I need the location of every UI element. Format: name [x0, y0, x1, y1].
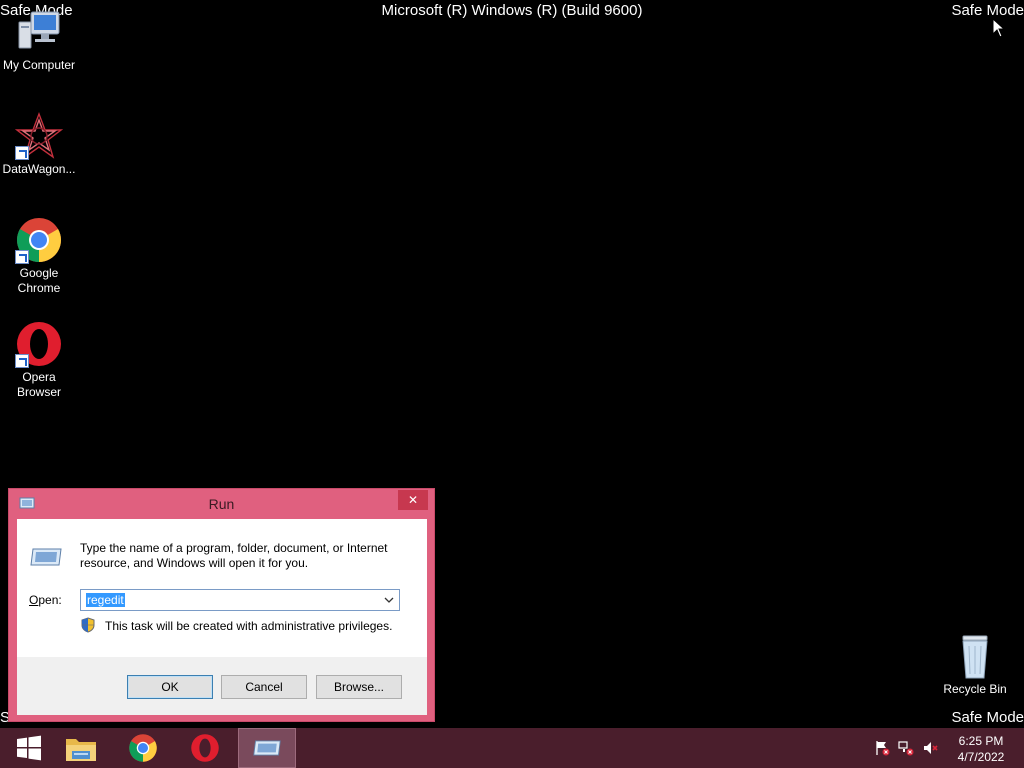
open-label-text: pen:	[38, 593, 62, 607]
desktop-icon-label: My Computer	[2, 58, 76, 72]
run-description: Type the name of a program, folder, docu…	[80, 541, 388, 570]
desktop-icon-label: Google Chrome	[17, 266, 61, 295]
run-titlebar[interactable]: Run ✕	[9, 489, 434, 519]
file-explorer-icon	[66, 739, 96, 761]
open-combobox[interactable]: regedit	[80, 589, 400, 611]
cancel-button[interactable]: Cancel	[221, 675, 307, 699]
chrome-icon	[129, 734, 157, 762]
open-label-accelerator: O	[29, 593, 39, 607]
taskbar-run-active[interactable]	[238, 728, 296, 768]
taskbar-chrome[interactable]	[114, 728, 172, 768]
browse-button[interactable]: Browse...	[316, 675, 402, 699]
opera-icon	[15, 320, 63, 368]
shortcut-arrow-icon	[15, 354, 29, 368]
start-icon	[17, 735, 41, 761]
desktop-icon-recycle-bin[interactable]: Recycle Bin	[936, 632, 1014, 697]
mouse-cursor-icon	[992, 18, 1006, 38]
chrome-icon	[15, 216, 63, 264]
open-label: Open:	[29, 593, 62, 607]
computer-icon	[15, 8, 63, 56]
recycle-bin-icon	[951, 632, 999, 680]
run-dialog[interactable]: Run ✕ Type the name of a program, folder…	[8, 488, 435, 722]
desktop-icon-my-computer[interactable]: My Computer	[0, 8, 78, 73]
clock-date: 4/7/2022	[957, 750, 1005, 764]
admin-privileges-note: This task will be created with administr…	[105, 619, 393, 633]
run-app-icon	[30, 548, 62, 566]
run-body: Type the name of a program, folder, docu…	[17, 519, 427, 715]
desktop-icon-label: DataWagon...	[2, 162, 76, 176]
taskbar-file-explorer[interactable]	[52, 728, 110, 768]
run-icon	[253, 740, 281, 756]
taskbar-clock[interactable]: 6:25 PM 4/7/2022	[944, 733, 1018, 765]
desktop-icon-label: Recycle Bin	[943, 682, 1007, 696]
run-content-panel: Type the name of a program, folder, docu…	[17, 519, 427, 657]
desktop-icon-datawagon[interactable]: DataWagon...	[0, 112, 78, 177]
desktop-icon-opera-browser[interactable]: Opera Browser	[0, 320, 78, 400]
close-button[interactable]: ✕	[398, 490, 428, 510]
ok-button[interactable]: OK	[127, 675, 213, 699]
taskbar-opera[interactable]	[176, 728, 234, 768]
datawagon-icon	[14, 112, 64, 160]
uac-shield-icon	[81, 617, 95, 633]
run-title: Run	[208, 496, 235, 512]
opera-icon	[191, 734, 219, 762]
start-button[interactable]	[0, 728, 58, 768]
shortcut-arrow-icon	[15, 250, 29, 264]
taskbar: 6:25 PM 4/7/2022	[0, 728, 1024, 768]
open-input-value[interactable]: regedit	[86, 593, 125, 607]
desktop-icon-google-chrome[interactable]: Google Chrome	[0, 216, 78, 296]
volume-muted-icon[interactable]	[922, 740, 938, 756]
chevron-down-icon[interactable]	[381, 592, 397, 608]
network-icon[interactable]	[898, 740, 914, 756]
clock-time: 6:25 PM	[958, 734, 1004, 748]
windows-build-title: Microsoft (R) Windows (R) (Build 9600)	[381, 2, 643, 19]
desktop-icon-label: Opera Browser	[16, 370, 61, 399]
safe-mode-label-bottom-right: Safe Mode	[951, 709, 1024, 726]
action-center-flag-icon[interactable]	[874, 740, 890, 756]
shortcut-arrow-icon	[15, 146, 29, 160]
safe-mode-label-top-right: Safe Mode	[951, 2, 1024, 19]
